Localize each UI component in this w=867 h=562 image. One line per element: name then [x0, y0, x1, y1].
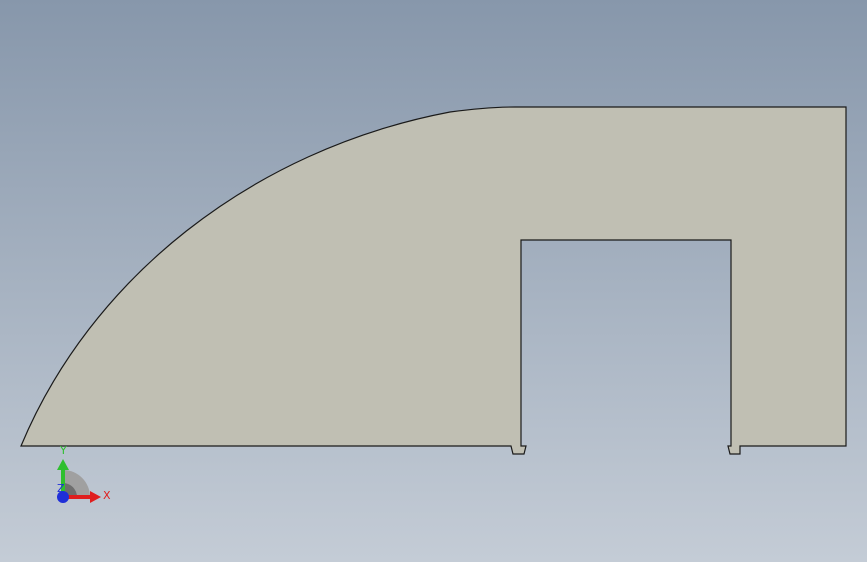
z-axis-label: Z [57, 482, 65, 495]
y-axis-label: Y [59, 444, 67, 457]
cad-scene[interactable]: Y X Z [0, 0, 867, 562]
x-axis-label: X [103, 489, 111, 502]
cad-graphics-viewport[interactable]: Y X Z [0, 0, 867, 562]
